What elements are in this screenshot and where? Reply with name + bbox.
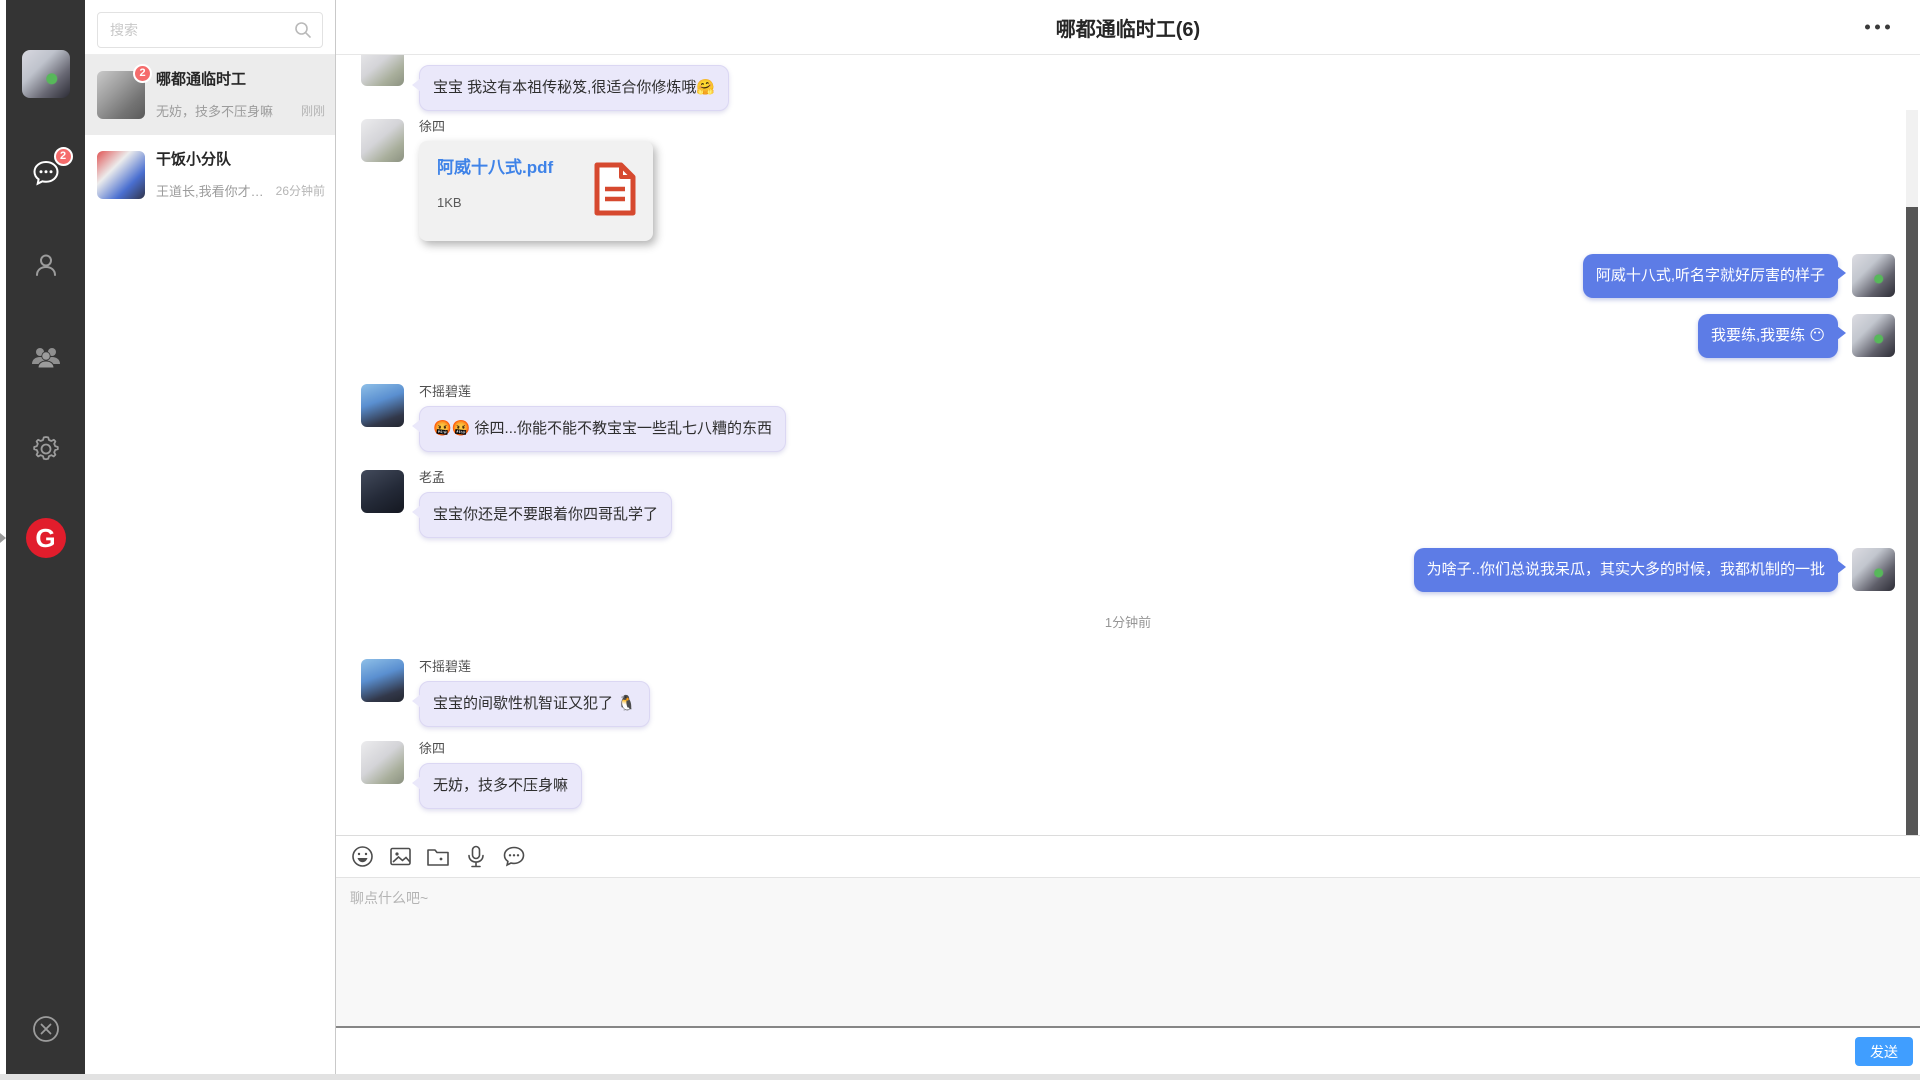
chat-last-message: 无妨，技多不压身嘛 (156, 101, 295, 120)
conversation-panel: 哪都通临时工(6) 宝宝 我这有本祖传秘笈,很适合你修炼哦🤗 徐四 阿威十八式.… (335, 0, 1920, 1074)
scrollbar-thumb[interactable] (1906, 207, 1918, 835)
composer-editor (336, 877, 1920, 1028)
scrollbar-track[interactable] (1906, 110, 1918, 835)
close-circle-icon (31, 1014, 61, 1044)
member-avatar[interactable] (361, 55, 404, 86)
message-group: 徐四 阿威十八式.pdf 1KB (361, 119, 1895, 241)
message-group: 老孟 宝宝你还是不要跟着你四哥乱学了 (361, 470, 1895, 538)
chat-list-item[interactable]: 2 哪都通临时工 无妨，技多不压身嘛 刚刚 (85, 55, 335, 135)
chat-name: 干饭小分队 (156, 151, 325, 169)
sender-name: 不摇碧莲 (419, 659, 471, 675)
sender-name: 徐四 (419, 119, 445, 135)
message-bubble: 无妨，技多不压身嘛 (419, 763, 582, 809)
g-app-logo[interactable]: G (26, 518, 66, 558)
member-avatar[interactable] (361, 659, 404, 702)
sender-name: 老孟 (419, 470, 445, 486)
magnifier-icon[interactable] (294, 21, 312, 39)
message-scroll-area: 宝宝 我这有本祖传秘笈,很适合你修炼哦🤗 徐四 阿威十八式.pdf 1KB (336, 55, 1920, 835)
chat-last-message: 王道长,我看你才… (156, 181, 270, 200)
search-input[interactable] (98, 13, 322, 47)
unread-badge: 2 (133, 64, 152, 83)
user-avatar[interactable] (22, 50, 70, 98)
chat-name: 哪都通临时工 (156, 71, 325, 89)
unread-total-badge: 2 (54, 147, 73, 166)
chat-history-icon (502, 845, 526, 868)
conversation-header: 哪都通临时工(6) (336, 0, 1920, 55)
send-image-button[interactable] (387, 844, 413, 870)
message-bubble: 为啥子..你们总说我呆瓜，其实大多的时候，我都机制的一批 (1414, 548, 1838, 592)
search-area (85, 0, 335, 55)
chat-history-button[interactable] (501, 844, 527, 870)
chat-time: 刚刚 (301, 102, 325, 119)
member-avatar[interactable] (1852, 314, 1895, 357)
message-bubble: 我要练,我要练 😶 (1698, 314, 1838, 358)
microphone-icon (466, 845, 486, 869)
message-group: 宝宝 我这有本祖传秘笈,很适合你修炼哦🤗 (361, 65, 1895, 111)
pdf-file-icon (593, 162, 637, 216)
message-group: 不摇碧莲 宝宝的间歇性机智证又犯了 🐧 (361, 659, 1895, 727)
more-menu-icon[interactable] (1863, 19, 1892, 36)
message-group: 不摇碧莲 🤬🤬 徐四...你能不能不教宝宝一些乱七八糟的东西 (361, 384, 1895, 452)
message-group: 为啥子..你们总说我呆瓜，其实大多的时候，我都机制的一批 (361, 548, 1895, 592)
sender-name: 徐四 (419, 741, 445, 757)
window-edge-bottom (0, 1074, 1920, 1080)
message-bubble: 宝宝 我这有本祖传秘笈,很适合你修炼哦🤗 (419, 65, 729, 111)
nav-rail: 2 (6, 0, 85, 1074)
contacts-person-icon (32, 251, 60, 279)
group-people-icon (31, 343, 61, 371)
composer-footer: 发送 (336, 1028, 1920, 1074)
member-avatar[interactable] (361, 384, 404, 427)
member-avatar[interactable] (361, 119, 404, 162)
message-bubble: 阿威十八式,听名字就好厉害的样子 (1583, 254, 1838, 298)
chat-list-item[interactable]: 干饭小分队 王道长,我看你才… 26分钟前 (85, 135, 335, 215)
member-avatar[interactable] (1852, 548, 1895, 591)
logo-letter: G (35, 523, 55, 554)
close-app-button[interactable] (31, 1014, 61, 1044)
voice-button[interactable] (463, 844, 489, 870)
sender-name: 不摇碧莲 (419, 384, 471, 400)
member-avatar[interactable] (1852, 254, 1895, 297)
emoji-button[interactable] (349, 844, 375, 870)
member-avatar[interactable] (361, 470, 404, 513)
nav-chats-button[interactable]: 2 (29, 156, 63, 190)
composer-toolbar (336, 835, 1920, 877)
app-window: 2 (0, 0, 1920, 1080)
send-button[interactable]: 发送 (1855, 1037, 1913, 1066)
emoji-smile-icon (351, 845, 374, 868)
nav-contacts-button[interactable] (29, 248, 63, 282)
nav-groups-button[interactable] (29, 340, 63, 374)
message-group: 我要练,我要练 😶 (361, 314, 1895, 358)
message-bubble: 宝宝你还是不要跟着你四哥乱学了 (419, 492, 672, 538)
settings-gear-icon (32, 435, 60, 463)
time-divider: 1分钟前 (361, 612, 1895, 631)
chat-item-body: 干饭小分队 王道长,我看你才… 26分钟前 (156, 151, 325, 200)
image-picture-icon (389, 845, 412, 868)
conversation-title: 哪都通临时工(6) (1056, 13, 1200, 42)
chat-time: 26分钟前 (276, 182, 325, 199)
nav-settings-button[interactable] (29, 432, 63, 466)
folder-icon (426, 846, 450, 868)
member-avatar[interactable] (361, 741, 404, 784)
chat-list-panel: 2 哪都通临时工 无妨，技多不压身嘛 刚刚 干饭小分队 王道长,我看你才… 26… (85, 0, 335, 1074)
message-bubble: 宝宝的间歇性机智证又犯了 🐧 (419, 681, 650, 727)
message-input[interactable] (336, 878, 1920, 1026)
message-group: 阿威十八式,听名字就好厉害的样子 (361, 254, 1895, 298)
chat-avatar: 2 (97, 71, 145, 119)
chat-item-body: 哪都通临时工 无妨，技多不压身嘛 刚刚 (156, 71, 325, 120)
message-bubble: 🤬🤬 徐四...你能不能不教宝宝一些乱七八糟的东西 (419, 406, 786, 452)
search-box (97, 12, 323, 48)
send-file-button[interactable] (425, 844, 451, 870)
file-attachment-card[interactable]: 阿威十八式.pdf 1KB (419, 141, 653, 241)
message-group: 徐四 无妨，技多不压身嘛 (361, 741, 1895, 809)
chat-avatar (97, 151, 145, 199)
